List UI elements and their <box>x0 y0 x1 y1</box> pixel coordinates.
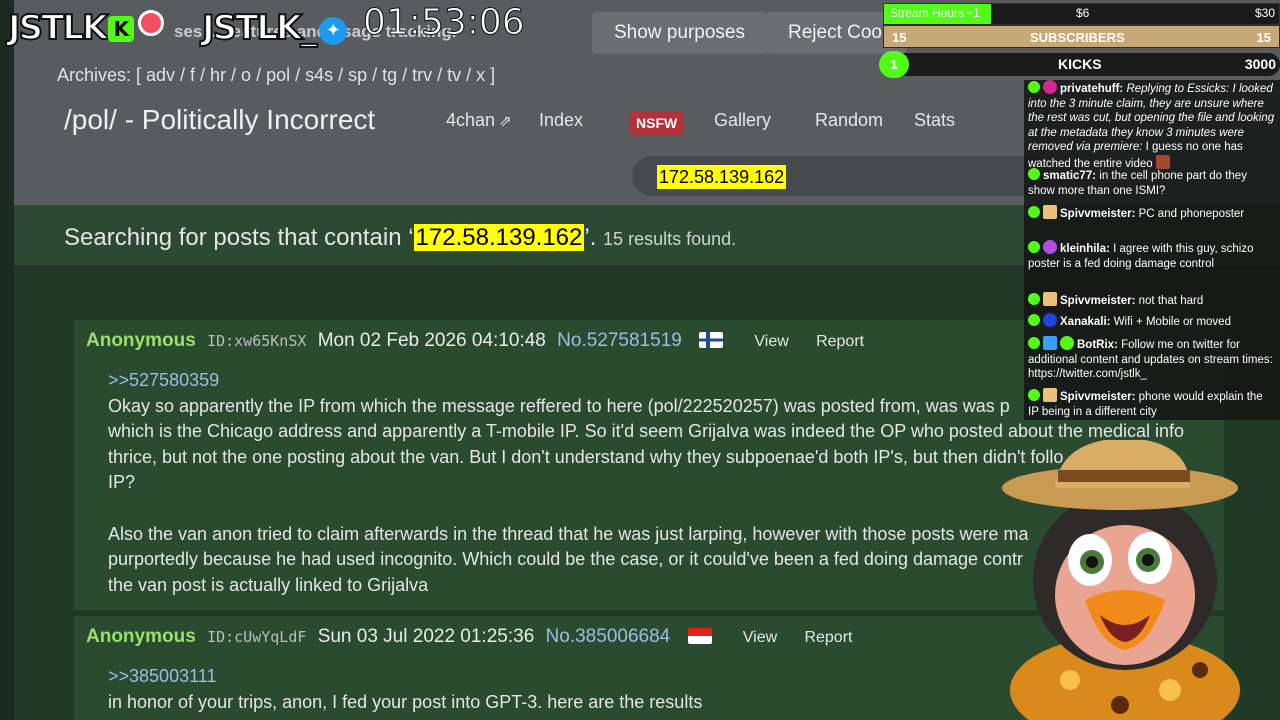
chat-message: Spivvmeister: not that hard <box>1028 292 1276 309</box>
poster-id[interactable]: ID:cUwYqLdF <box>207 628 306 646</box>
post-header: Anonymous ID:xw65KnSX Mon 02 Feb 2026 04… <box>86 330 864 354</box>
nav-4chan-label: 4chan <box>446 110 496 130</box>
twitter-bird-icon: ✦ <box>319 17 348 45</box>
report-button[interactable]: Report <box>804 629 852 646</box>
nav-gallery-link[interactable]: Gallery <box>714 110 771 131</box>
stream-hours-label: Stream Hours <box>890 6 965 20</box>
chat-username: Xanakali: <box>1060 316 1111 328</box>
user-avatar-icon <box>1043 313 1057 327</box>
subscribers-goal: 15 SUBSCRIBERS 15 <box>883 25 1280 48</box>
nsfw-badge: NSFW <box>630 111 684 135</box>
chat-text: PC and phoneposter <box>1138 208 1245 220</box>
poster-id[interactable]: ID:xw65KnSX <box>207 332 306 350</box>
kick-badge-icon <box>1028 81 1040 93</box>
stream-hours-mid: $6 <box>1076 6 1090 20</box>
nav-4chan-link[interactable]: 4chan ⇗ <box>446 110 512 131</box>
chat-text: not that hard <box>1138 295 1204 307</box>
report-button[interactable]: Report <box>816 333 864 350</box>
subscriber-badge-icon <box>1043 292 1057 306</box>
post-header: Anonymous ID:cUwYqLdF Sun 03 Jul 2022 01… <box>86 626 852 650</box>
kicks-current: 1 <box>879 51 909 78</box>
kicks-label: KICKS <box>1058 56 1102 72</box>
poster-name: Anonymous <box>86 330 196 351</box>
left-edge <box>0 0 14 720</box>
chat-username: Spivvmeister: <box>1060 208 1136 220</box>
kick-badge-icon <box>1028 206 1040 218</box>
subscribers-target: 15 <box>1256 30 1271 45</box>
emote-icon <box>1155 154 1170 169</box>
chat-message: smatic77: in the cell phone part do they… <box>1028 168 1276 198</box>
chat-message: Spivvmeister: PC and phoneposter <box>1028 205 1276 222</box>
chat-username: kleinhila: <box>1060 243 1110 255</box>
post-number[interactable]: No.527581519 <box>557 330 682 351</box>
chat-message: Spivvmeister: phone would explain the IP… <box>1028 388 1276 419</box>
show-purposes-button[interactable]: Show purposes <box>592 12 767 54</box>
chat-text: Wifi + Mobile or moved <box>1113 316 1231 328</box>
results-suffix: ’. <box>584 224 597 251</box>
post-date: Sun 03 Jul 2022 01:25:36 <box>317 626 535 647</box>
screen: ses ... features and usage tracking. Sho… <box>0 0 1280 720</box>
kicks-goal: 1 KICKS 3000 <box>879 51 1280 78</box>
kick-badge-icon <box>1028 241 1040 253</box>
stream-hours-goal: Stream Hours +1 $6 $30 <box>883 3 1280 25</box>
chat-message: BotRix: Follow me on twitter for additio… <box>1028 336 1276 382</box>
bot-badge-icon <box>1043 336 1057 350</box>
nav-random-link[interactable]: Random <box>815 110 883 131</box>
verified-badge-icon <box>1060 336 1074 350</box>
live-record-icon <box>138 10 165 36</box>
subscribers-label: SUBSCRIBERS <box>1030 30 1125 45</box>
board-title[interactable]: /pol/ - Politically Incorrect <box>64 104 375 136</box>
external-link-icon: ⇗ <box>499 113 512 130</box>
search-input-value: 172.58.139.162 <box>657 165 787 189</box>
kick-badge-icon <box>1028 293 1040 305</box>
streamer-logo-twitter: JSTLK_ ✦ <box>201 7 348 49</box>
stream-hours-plus: +1 <box>966 6 980 20</box>
kick-badge-icon <box>1028 337 1040 349</box>
singapore-flag-icon <box>687 628 712 644</box>
view-button[interactable]: View <box>754 333 788 350</box>
finland-flag-icon <box>699 332 724 348</box>
user-avatar-icon <box>1043 80 1057 94</box>
stream-hours-max: $30 <box>1254 6 1275 20</box>
kick-badge-icon <box>1028 314 1040 326</box>
subscriber-badge-icon <box>1043 205 1057 219</box>
results-query-highlight: 172.58.139.162 <box>413 224 585 251</box>
nav-stats-link[interactable]: Stats <box>914 110 955 131</box>
chat-username: Spivvmeister: <box>1060 295 1136 307</box>
streamer-logo-kick: JSTLK K <box>7 7 165 49</box>
view-button[interactable]: View <box>743 629 777 646</box>
chat-username: privatehuff: <box>1060 83 1124 95</box>
kick-logo-icon: K <box>108 16 135 42</box>
subscribers-current: 15 <box>892 30 907 45</box>
streamer-penguin-avatar <box>1002 440 1240 720</box>
post-date: Mon 02 Feb 2026 04:10:48 <box>317 330 546 351</box>
chat-username: Spivvmeister: <box>1060 391 1136 403</box>
logo-text: JSTLK_ <box>201 7 318 49</box>
kick-badge-icon <box>1028 389 1040 401</box>
poster-name: Anonymous <box>86 626 196 647</box>
archives-links[interactable]: Archives: [ adv / f / hr / o / pol / s4s… <box>57 65 495 86</box>
chat-username: smatic77: <box>1043 170 1097 182</box>
subscriber-badge-icon <box>1043 388 1057 402</box>
nav-index-link[interactable]: Index <box>539 110 583 131</box>
kicks-target: 3000 <box>1244 56 1276 72</box>
chat-overlay: privatehuff: Replying to Essicks: I look… <box>1024 80 1280 420</box>
stream-timer: 01:53:06 <box>363 2 526 44</box>
kick-badge-icon <box>1028 168 1040 180</box>
user-avatar-icon <box>1043 240 1057 254</box>
chat-username: BotRix: <box>1077 339 1118 351</box>
logo-text: JSTLK <box>7 7 109 49</box>
stream-goals: Stream Hours +1 $6 $30 15 SUBSCRIBERS 15… <box>879 0 1280 80</box>
search-summary: Searching for posts that contain ‘172.58… <box>64 224 736 252</box>
chat-message: Xanakali: Wifi + Mobile or moved <box>1028 313 1276 330</box>
results-count: 15 results found. <box>603 229 737 249</box>
post-number[interactable]: No.385006684 <box>546 626 671 647</box>
chat-message: privatehuff: Replying to Essicks: I look… <box>1028 80 1276 171</box>
results-prefix: Searching for posts that contain ‘ <box>64 224 414 251</box>
chat-message: kleinhila: I agree with this guy, schizo… <box>1028 240 1276 271</box>
